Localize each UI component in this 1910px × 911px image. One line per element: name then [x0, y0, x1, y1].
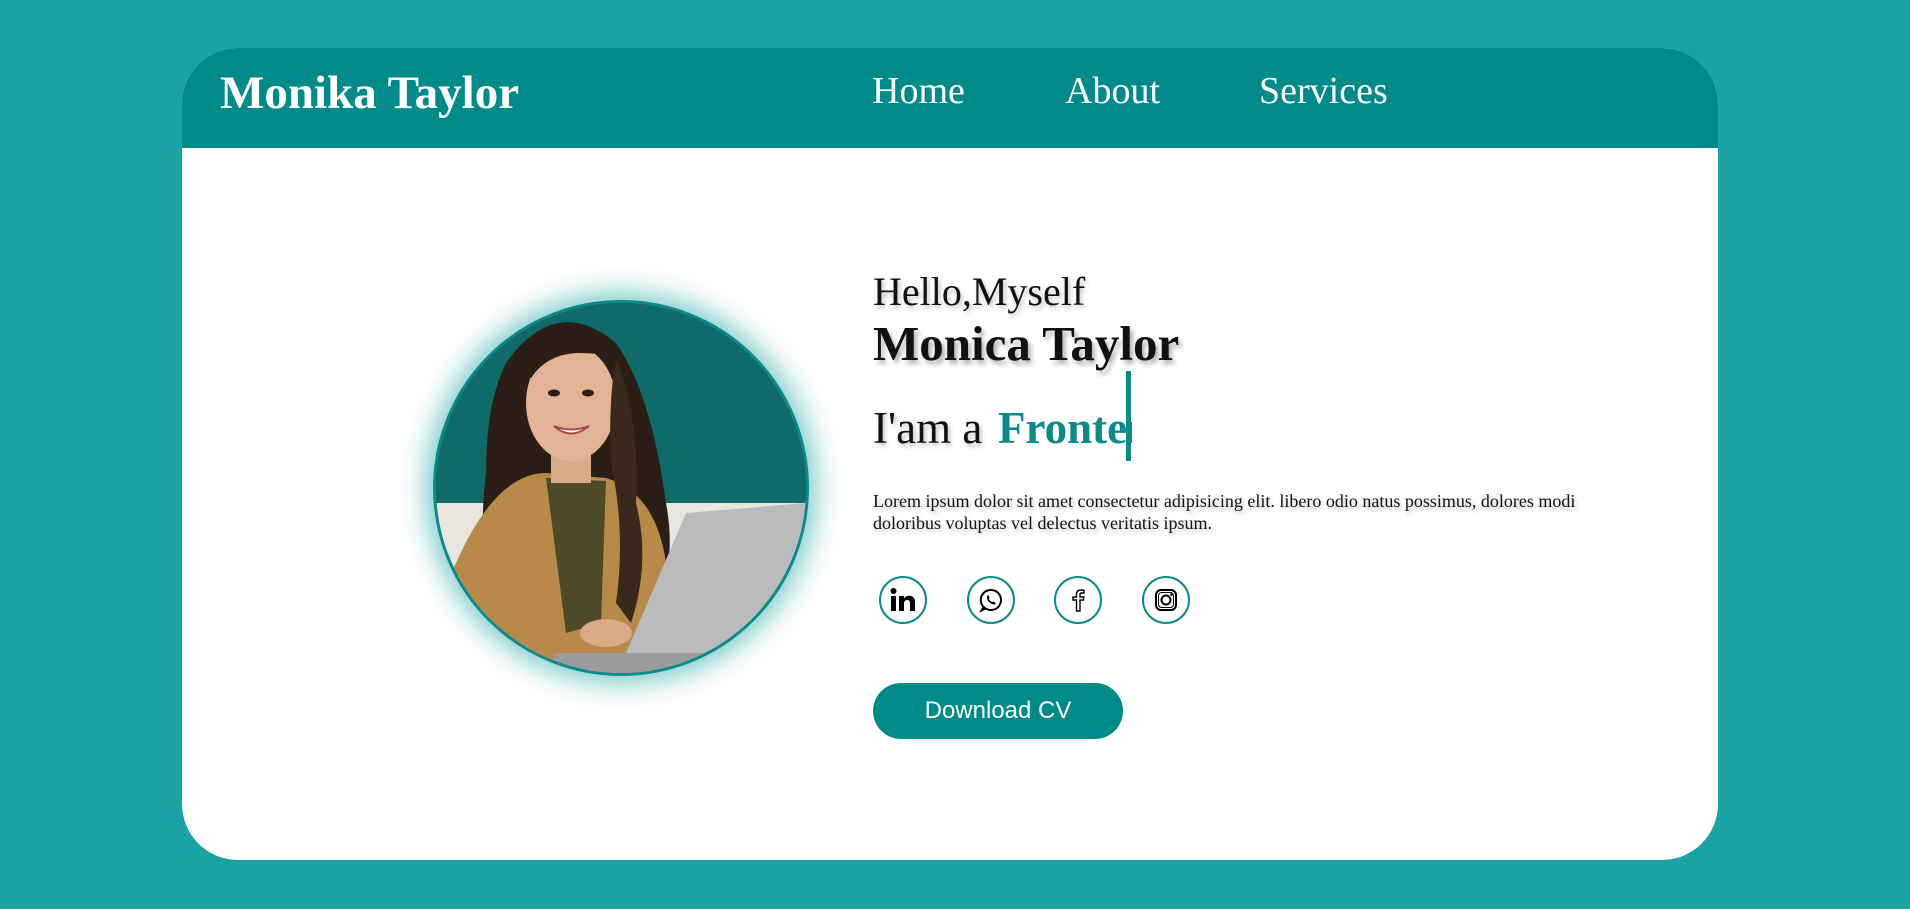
page: Monika Taylor Home About Services Hello,… — [0, 0, 1910, 911]
linkedin-button[interactable] — [879, 576, 927, 624]
navbar: Monika Taylor Home About Services — [182, 48, 1718, 148]
instagram-button[interactable] — [1142, 576, 1190, 624]
instagram-icon — [1155, 589, 1177, 611]
hero-name: Monica Taylor — [873, 316, 1180, 371]
facebook-button[interactable] — [1054, 576, 1102, 624]
profile-photo — [433, 300, 809, 676]
typing-cursor — [1126, 371, 1131, 461]
nav-link-about[interactable]: About — [1065, 72, 1160, 110]
facebook-icon — [1072, 589, 1085, 612]
brand-title: Monika Taylor — [220, 67, 520, 119]
whatsapp-button[interactable] — [967, 576, 1015, 624]
role-typed-text: Frontend — [998, 406, 1132, 451]
role-prefix: I'am a — [873, 403, 983, 453]
profile-photo-illustration — [436, 303, 806, 673]
nav-link-home[interactable]: Home — [872, 72, 965, 110]
greeting-text: Hello,Myself — [873, 269, 1086, 314]
bio-paragraph: Lorem ipsum dolor sit amet consectetur a… — [873, 491, 1576, 533]
nav-link-services[interactable]: Services — [1259, 72, 1388, 110]
linkedin-icon — [890, 588, 915, 611]
download-cv-button[interactable]: Download CV — [873, 683, 1123, 739]
portfolio-card: Monika Taylor Home About Services Hello,… — [182, 48, 1718, 860]
whatsapp-icon — [979, 588, 1002, 613]
